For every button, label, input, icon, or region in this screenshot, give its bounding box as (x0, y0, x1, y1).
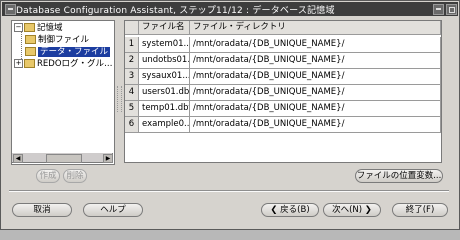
column-header-directory[interactable]: ファイル・ディレクトリ (190, 21, 441, 35)
table-cell-filename[interactable]: temp01.dbf (139, 101, 190, 117)
storage-tree: − 記憶域 制御ファイル データ・ファイル + REDOログ・グル… (11, 20, 115, 165)
tree-node-label: 記憶域 (37, 23, 63, 33)
maximize-button[interactable] (446, 4, 457, 15)
tree-horizontal-scrollbar[interactable]: ◀ ▶ (11, 153, 113, 163)
tree-connector (21, 32, 22, 59)
table-cell-directory[interactable]: /mnt/oradata/{DB_UNIQUE_NAME}/ (190, 117, 441, 133)
cancel-button[interactable]: 取消 (12, 203, 72, 217)
tree-node-datafiles[interactable]: データ・ファイル (25, 47, 111, 58)
chevron-right-icon: ❯ (362, 205, 372, 215)
row-number[interactable]: 1 (125, 37, 139, 53)
row-number[interactable]: 3 (125, 69, 139, 85)
table-cell-directory[interactable]: /mnt/oradata/{DB_UNIQUE_NAME}/ (190, 37, 441, 53)
table-cell-filename[interactable]: undotbs01.... (139, 53, 190, 69)
file-location-variables-button[interactable]: ファイルの位置変数... (355, 169, 443, 183)
folder-icon (25, 35, 36, 44)
finish-button[interactable]: 終了(F) (392, 203, 448, 217)
footer-separator (9, 190, 449, 192)
table-cell-directory[interactable]: /mnt/oradata/{DB_UNIQUE_NAME}/ (190, 69, 441, 85)
table-cell-filename[interactable]: example0.... (139, 117, 190, 133)
collapse-icon[interactable]: − (14, 23, 23, 32)
expand-icon[interactable]: + (14, 59, 23, 68)
table-cell-filename[interactable]: system01.... (139, 37, 190, 53)
tree-node-storage[interactable]: − 記憶域 (14, 23, 63, 34)
tree-node-redo-groups[interactable]: + REDOログ・グル… (14, 59, 113, 70)
column-header-filename[interactable]: ファイル名 (139, 21, 190, 35)
folder-icon (25, 47, 36, 56)
table-cell-directory[interactable]: /mnt/oradata/{DB_UNIQUE_NAME}/ (190, 101, 441, 117)
delete-button[interactable]: 削除 (63, 169, 87, 183)
tree-node-label: 制御ファイル (38, 35, 90, 45)
tree-node-control-files[interactable]: 制御ファイル (25, 35, 89, 46)
window-menu-button[interactable] (5, 4, 16, 15)
row-number-header (125, 21, 139, 35)
dialog-window: Database Configuration Assistant, ステップ11… (0, 0, 460, 230)
tree-node-label: REDOログ・グル… (37, 59, 113, 69)
row-number[interactable]: 4 (125, 85, 139, 101)
minimize-button[interactable] (433, 4, 444, 15)
table-cell-filename[interactable]: sysaux01.... (139, 69, 190, 85)
back-button-label: 戻る(B) (280, 205, 310, 215)
row-number[interactable]: 2 (125, 53, 139, 69)
table-cell-directory[interactable]: /mnt/oradata/{DB_UNIQUE_NAME}/ (190, 85, 441, 101)
folder-icon (24, 59, 35, 68)
row-number[interactable]: 5 (125, 101, 139, 117)
tree-node-label: データ・ファイル (38, 47, 111, 57)
back-button[interactable]: ❮ 戻る(B) (261, 203, 319, 217)
splitter-handle[interactable] (117, 86, 122, 112)
next-button[interactable]: 次へ(N) ❯ (323, 203, 381, 217)
help-button[interactable]: ヘルプ (83, 203, 143, 217)
window-title: Database Configuration Assistant, ステップ11… (16, 6, 335, 16)
table-cell-filename[interactable]: users01.dbf (139, 85, 190, 101)
datafile-table: ファイル名 ファイル・ディレクトリ 1 system01.... /mnt/or… (124, 20, 442, 163)
scroll-left-icon[interactable]: ◀ (13, 154, 23, 163)
next-button-label: 次へ(N) (332, 205, 363, 215)
folder-icon (24, 23, 35, 32)
title-bar: Database Configuration Assistant, ステップ11… (2, 2, 458, 16)
chevron-left-icon: ❮ (270, 205, 281, 215)
scroll-right-icon[interactable]: ▶ (103, 154, 113, 163)
row-number[interactable]: 6 (125, 117, 139, 133)
create-button[interactable]: 作成 (36, 169, 60, 183)
scrollbar-thumb[interactable] (46, 154, 82, 163)
table-cell-directory[interactable]: /mnt/oradata/{DB_UNIQUE_NAME}/ (190, 53, 441, 69)
